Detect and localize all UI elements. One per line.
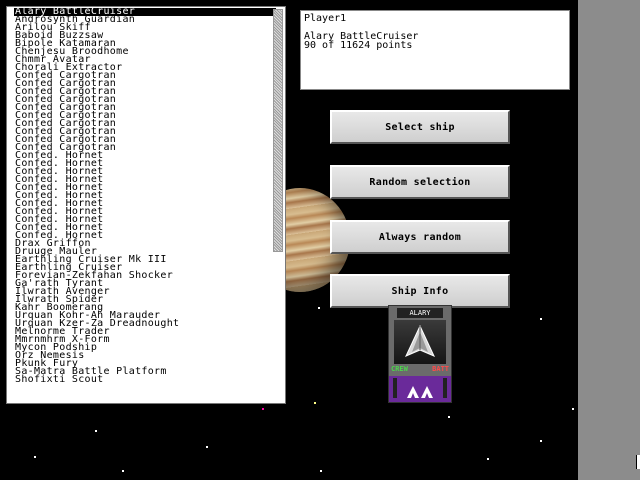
star <box>448 416 450 418</box>
star <box>320 470 322 472</box>
ship-card-status-panel <box>389 376 451 402</box>
side-tab <box>636 455 640 469</box>
star <box>95 430 97 432</box>
fleet-points: 90 of 11624 points <box>304 40 413 51</box>
star <box>314 402 316 404</box>
select-ship-button[interactable]: Select ship <box>330 110 510 144</box>
player-info-box: Player1 Alary BattleCruiser 90 of 11624 … <box>300 10 570 90</box>
star <box>262 408 264 410</box>
star <box>540 440 542 442</box>
ship-list-items: Alary BattleCruiser Androsynth Guardian Ar… <box>14 7 276 385</box>
star <box>540 318 542 320</box>
battery-label: BATT <box>432 365 449 373</box>
ship-list[interactable]: Alary BattleCruiser Androsynth Guardian Ar… <box>6 6 286 404</box>
always-random-button[interactable]: Always random <box>330 220 510 254</box>
star <box>122 470 124 472</box>
star <box>206 446 208 448</box>
crew-label: CREW <box>391 365 408 373</box>
ship-card-name: ALARY <box>397 308 443 318</box>
ship-list-item[interactable]: Shofixti Scout <box>14 375 276 385</box>
side-panel <box>578 0 640 480</box>
star <box>572 408 574 410</box>
star <box>487 458 489 460</box>
random-selection-button[interactable]: Random selection <box>330 165 510 199</box>
ship-silhouette-icon <box>393 378 447 398</box>
ship-portrait <box>394 320 446 364</box>
star <box>34 456 36 458</box>
player-name: Player1 <box>304 13 347 24</box>
ship-portrait-icon <box>404 324 436 357</box>
ship-status-card: ALARY CREW BATT <box>388 305 452 403</box>
ship-list-scrollbar[interactable] <box>273 9 283 252</box>
ship-info-button[interactable]: Ship Info <box>330 274 510 308</box>
star <box>318 307 320 309</box>
